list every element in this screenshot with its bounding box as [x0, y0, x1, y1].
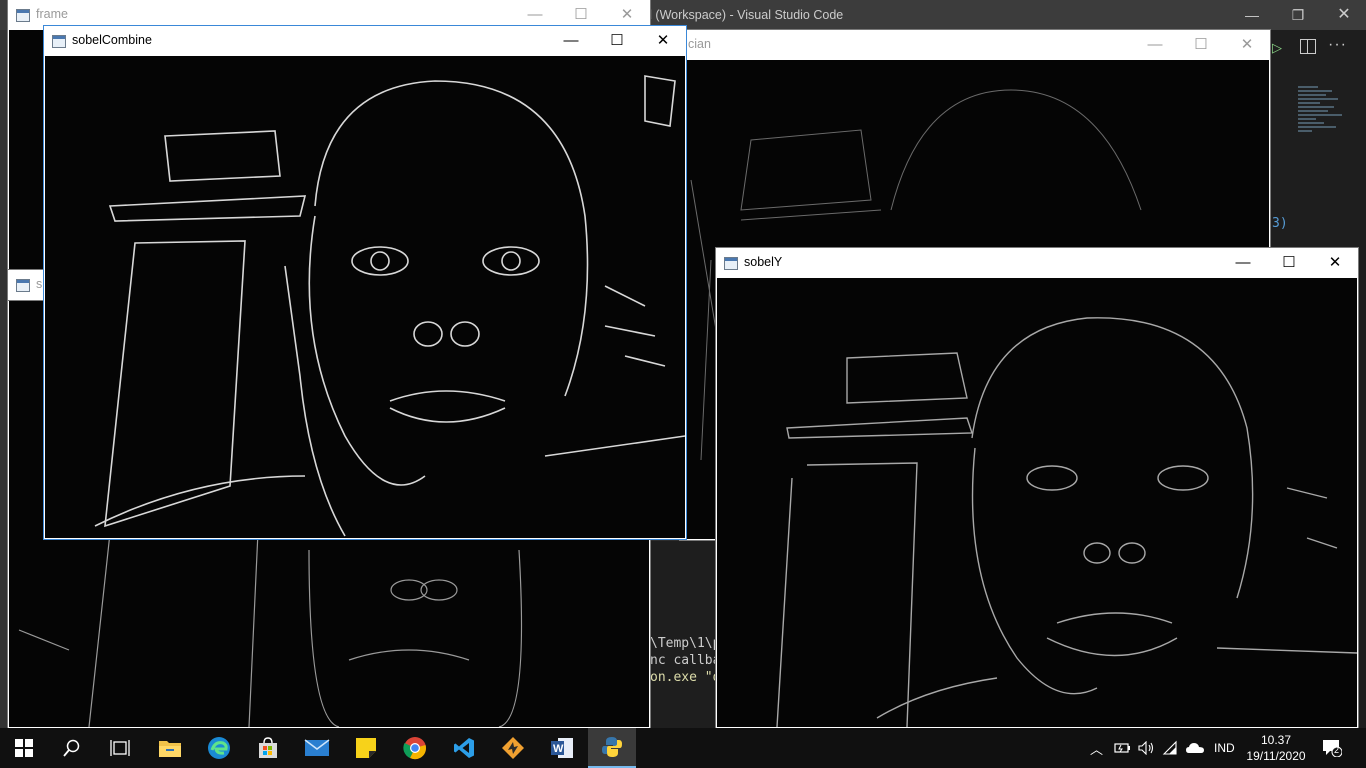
- maximize-button[interactable]: ☐: [594, 26, 640, 56]
- battery-plug-icon: [1114, 743, 1130, 753]
- frame-title: frame: [36, 7, 68, 21]
- network-tray-icon[interactable]: [1162, 728, 1180, 768]
- close-button[interactable]: ✕: [1312, 248, 1358, 278]
- laplacian-titlebar[interactable]: cian — ☐ ✕: [680, 30, 1270, 60]
- vscode-minimize-button[interactable]: —: [1232, 4, 1272, 26]
- vscode-activity-bar: [0, 30, 8, 728]
- speaker-icon: [1138, 741, 1154, 755]
- split-editor-icon[interactable]: [1300, 39, 1316, 54]
- taskbar: W ︿ IND 10.37 19/11/2020 2: [0, 728, 1366, 768]
- window-app-icon: [16, 9, 30, 22]
- terminal-panel[interactable]: [648, 540, 718, 729]
- minimize-button[interactable]: —: [1132, 30, 1178, 60]
- vscode-close-button[interactable]: ✕: [1324, 4, 1364, 26]
- sobely-image: [717, 278, 1357, 727]
- more-actions-icon[interactable]: ···: [1328, 36, 1347, 54]
- mail-button[interactable]: [293, 728, 341, 768]
- sobelcombine-window[interactable]: sobelCombine — ☐ ✕: [44, 26, 686, 539]
- winamp-button[interactable]: [489, 728, 537, 768]
- winamp-icon: [502, 737, 524, 759]
- hidden-window[interactable]: s: [8, 270, 48, 300]
- onedrive-tray-icon[interactable]: [1185, 728, 1205, 768]
- window-app-icon: [52, 35, 66, 48]
- chrome-icon: [403, 737, 426, 760]
- action-center-button[interactable]: 2: [1322, 728, 1342, 768]
- hidden-window-title: s: [36, 277, 43, 291]
- sobelcombine-title: sobelCombine: [72, 33, 152, 47]
- task-view-icon: [110, 740, 130, 756]
- sobely-title: sobelY: [744, 255, 783, 269]
- laplacian-title: cian: [688, 37, 711, 51]
- maximize-button[interactable]: ☐: [1178, 30, 1224, 60]
- input-language-button[interactable]: IND: [1214, 728, 1235, 768]
- edge-icon: [208, 737, 230, 759]
- vscode-restore-button[interactable]: ❐: [1278, 4, 1318, 26]
- vscode-icon: [454, 738, 474, 758]
- hidden-titlebar[interactable]: s: [8, 270, 48, 300]
- code-fragment: 3): [1272, 216, 1288, 231]
- clock-time: 10.37: [1260, 733, 1292, 747]
- search-icon: [63, 739, 80, 757]
- task-view-button[interactable]: [96, 728, 144, 768]
- search-button[interactable]: [48, 728, 96, 768]
- run-icon[interactable]: ▷: [1272, 40, 1282, 56]
- close-button[interactable]: ✕: [640, 26, 686, 56]
- volume-tray-icon[interactable]: [1138, 728, 1156, 768]
- chrome-button[interactable]: [391, 728, 439, 768]
- word-button[interactable]: W: [538, 728, 586, 768]
- taskbar-clock[interactable]: 10.37 19/11/2020: [1244, 732, 1308, 764]
- notification-count: 2: [1334, 745, 1340, 755]
- edge-button[interactable]: [195, 728, 243, 768]
- window-app-icon: [16, 279, 30, 292]
- minimap[interactable]: [1298, 84, 1350, 174]
- minimize-button[interactable]: —: [548, 26, 594, 56]
- windows-logo-icon: [15, 739, 33, 757]
- svg-text:W: W: [553, 743, 564, 755]
- word-icon: W: [551, 738, 573, 758]
- start-button[interactable]: [0, 728, 48, 768]
- python-icon: [602, 737, 622, 757]
- cloud-icon: [1186, 743, 1204, 753]
- sticky-notes-button[interactable]: [342, 728, 390, 768]
- store-icon: [259, 737, 277, 758]
- sobely-window[interactable]: sobelY — ☐ ✕: [716, 248, 1358, 728]
- window-app-icon: [724, 257, 738, 270]
- store-button[interactable]: [244, 728, 292, 768]
- maximize-button[interactable]: ☐: [1266, 248, 1312, 278]
- show-hidden-icons-button[interactable]: ︿: [1090, 728, 1103, 768]
- clock-date: 19/11/2020: [1246, 749, 1306, 763]
- sticky-notes-icon: [356, 738, 376, 758]
- battery-tray-icon[interactable]: [1114, 728, 1132, 768]
- sobelcombine-titlebar[interactable]: sobelCombine — ☐ ✕: [44, 26, 686, 56]
- sobelcombine-image: [45, 56, 685, 538]
- close-button[interactable]: ✕: [1224, 30, 1270, 60]
- chevron-up-icon: ︿: [1090, 741, 1104, 757]
- file-explorer-button[interactable]: [146, 728, 194, 768]
- language-indicator: IND: [1214, 741, 1235, 755]
- folder-icon: [159, 741, 181, 757]
- wifi-icon: [1162, 740, 1177, 755]
- vscode-window-title: d (Workspace) - Visual Studio Code: [645, 8, 844, 22]
- python-button[interactable]: [588, 728, 636, 768]
- sobely-titlebar[interactable]: sobelY — ☐ ✕: [716, 248, 1358, 278]
- vscode-taskbar-button[interactable]: [440, 728, 488, 768]
- minimize-button[interactable]: —: [1220, 248, 1266, 278]
- mail-icon: [304, 739, 330, 756]
